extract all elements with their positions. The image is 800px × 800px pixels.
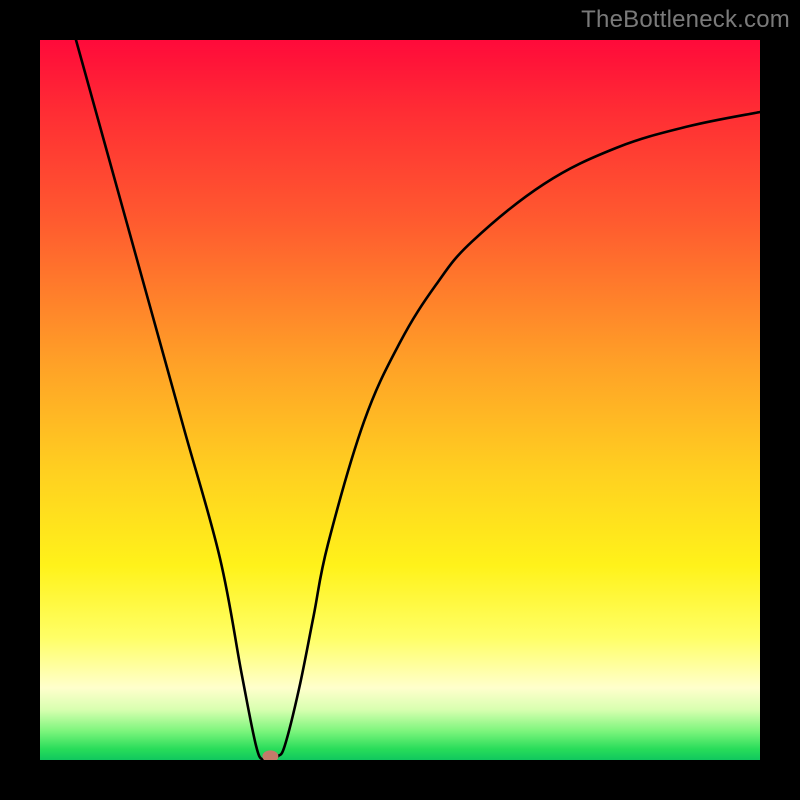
watermark-text: TheBottleneck.com — [581, 6, 790, 34]
chart-frame: TheBottleneck.com — [0, 0, 800, 800]
plot-area — [40, 40, 760, 760]
optimal-point-marker — [262, 750, 278, 760]
curve-svg — [40, 40, 760, 760]
bottleneck-curve-path — [76, 40, 760, 760]
